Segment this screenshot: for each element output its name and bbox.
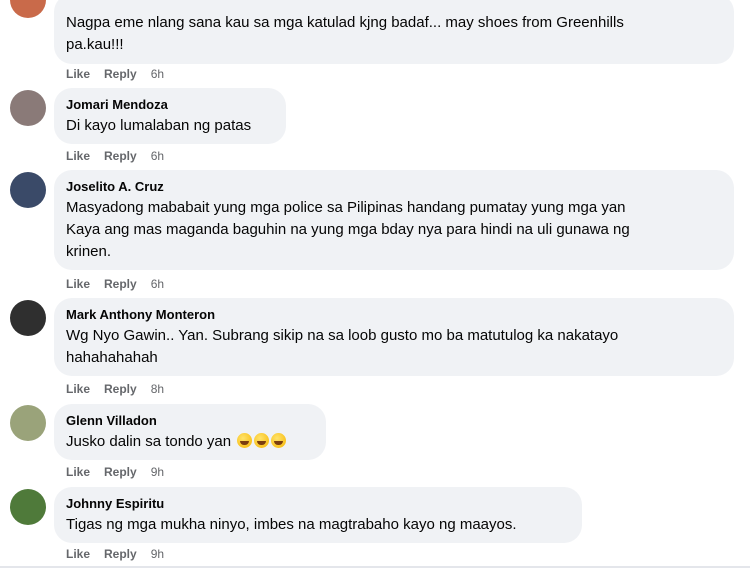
- comment-timestamp[interactable]: 6h: [151, 149, 164, 163]
- reply-button[interactable]: Reply: [104, 465, 137, 479]
- comment-text: Tigas ng mga mukha ninyo, imbes na magtr…: [66, 516, 517, 533]
- comment-bubble: Glenn Villadon Jusko dalin sa tondo yan: [54, 404, 326, 460]
- avatar[interactable]: [10, 172, 46, 208]
- reply-button[interactable]: Reply: [104, 149, 137, 163]
- like-button[interactable]: Like: [66, 149, 90, 163]
- comment-actions: Like Reply 6h: [66, 66, 178, 82]
- like-button[interactable]: Like: [66, 67, 90, 81]
- comment-bubble: Jomari Mendoza Di kayo lumalaban ng pata…: [54, 88, 286, 144]
- comment-actions: Like Reply 9h: [66, 546, 178, 562]
- laughing-emoji-icon: [271, 433, 287, 448]
- avatar[interactable]: [10, 489, 46, 525]
- comment-timestamp[interactable]: 6h: [151, 67, 164, 81]
- divider: [0, 566, 750, 568]
- comment-timestamp[interactable]: 9h: [151, 547, 164, 561]
- like-button[interactable]: Like: [66, 465, 90, 479]
- comment-author[interactable]: Johnny Espiritu: [66, 495, 570, 512]
- comment-author[interactable]: Glenn Villadon: [66, 412, 314, 429]
- comment-timestamp[interactable]: 6h: [151, 277, 164, 291]
- like-button[interactable]: Like: [66, 547, 90, 561]
- comment-text: Jusko dalin sa tondo yan: [66, 433, 232, 450]
- avatar[interactable]: [10, 405, 46, 441]
- comment-bubble: Mark Anthony Monteron Wg Nyo Gawin.. Yan…: [54, 298, 734, 376]
- laughing-emoji-icon: [237, 433, 253, 448]
- comment-author[interactable]: Joselito A. Cruz: [66, 178, 722, 195]
- comment-bubble: Nagpa eme nlang sana kau sa mga katulad …: [54, 0, 734, 64]
- comment-author[interactable]: Mark Anthony Monteron: [66, 306, 722, 323]
- comment-text-line: Jusko dalin sa tondo yan: [66, 431, 314, 453]
- reply-button[interactable]: Reply: [104, 382, 137, 396]
- avatar[interactable]: [10, 90, 46, 126]
- reply-button[interactable]: Reply: [104, 67, 137, 81]
- avatar[interactable]: [10, 300, 46, 336]
- comment-text: Di kayo lumalaban ng patas: [66, 117, 252, 134]
- comment-timestamp[interactable]: 8h: [151, 382, 164, 396]
- comment-bubble: Johnny Espiritu Tigas ng mga mukha ninyo…: [54, 487, 582, 543]
- comment-text: Wg Nyo Gawin.. Yan. Subrang sikip na sa …: [66, 327, 619, 366]
- comment-actions: Like Reply 6h: [66, 148, 178, 164]
- laughing-emoji-icon: [254, 433, 270, 448]
- comment-actions: Like Reply 8h: [66, 381, 178, 397]
- comment-text: Nagpa eme nlang sana kau sa mga katulad …: [66, 14, 624, 53]
- comment-text: Masyadong mababait yung mga police sa Pi…: [66, 199, 630, 260]
- comment-author[interactable]: Jomari Mendoza: [66, 96, 274, 113]
- reply-button[interactable]: Reply: [104, 547, 137, 561]
- comment-actions: Like Reply 6h: [66, 276, 178, 292]
- avatar[interactable]: [10, 0, 46, 18]
- like-button[interactable]: Like: [66, 277, 90, 291]
- reply-button[interactable]: Reply: [104, 277, 137, 291]
- comment-actions: Like Reply 9h: [66, 464, 178, 480]
- comment-bubble: Joselito A. Cruz Masyadong mababait yung…: [54, 170, 734, 270]
- like-button[interactable]: Like: [66, 382, 90, 396]
- comment-timestamp[interactable]: 9h: [151, 465, 164, 479]
